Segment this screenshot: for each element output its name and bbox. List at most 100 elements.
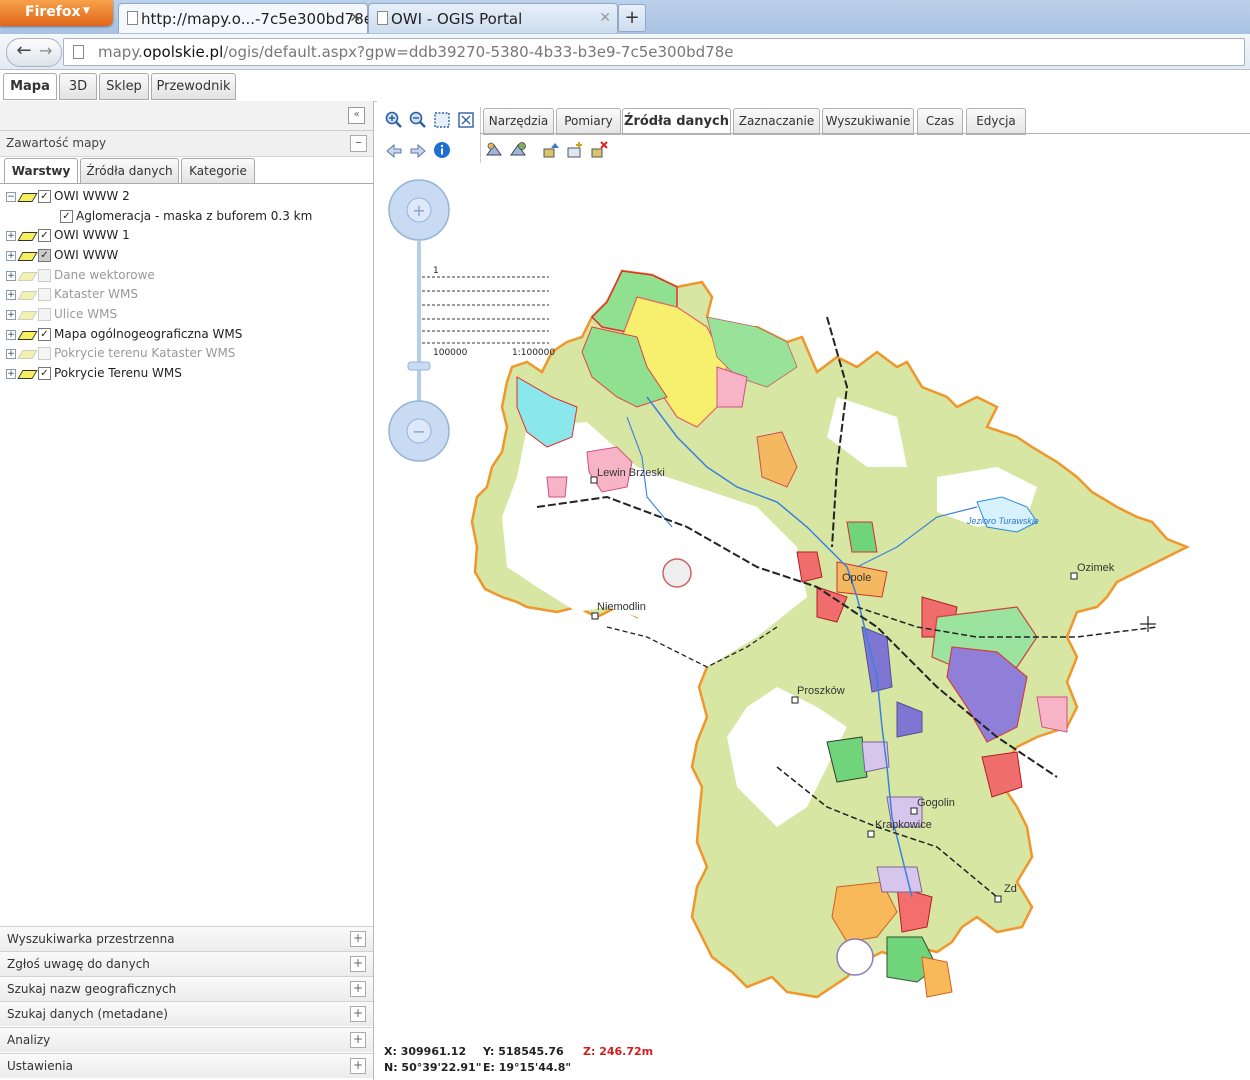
next-extent-icon[interactable] <box>409 142 427 160</box>
map-view[interactable]: Lewin Brzeski Niemodlin Opole Ozimek Jez… <box>377 167 1250 1042</box>
browser-tab-owi[interactable]: OWI - OGIS Portal ✕ <box>368 3 618 33</box>
collapse-section-button[interactable]: – <box>350 135 367 152</box>
layer-icon <box>17 252 38 261</box>
zoom-box-icon[interactable] <box>433 111 451 129</box>
previous-extent-icon[interactable] <box>385 142 403 160</box>
zoom-slider[interactable]: + − <box>388 179 450 462</box>
expand-tree-icon[interactable]: + <box>6 271 16 281</box>
tab-zrodla-danych-map[interactable]: Źródła danych <box>622 108 731 135</box>
hatched-circle <box>836 938 874 976</box>
layer-checkbox[interactable] <box>38 288 51 301</box>
tab-mapa[interactable]: Mapa <box>3 73 57 100</box>
layer-checkbox[interactable] <box>38 308 51 321</box>
browser-tabstrip: Firefox ▼ http://mapy.o...-7c5e300bd78e … <box>0 0 1250 35</box>
tab-warstwy[interactable]: Warstwy <box>4 158 78 184</box>
layer-checkbox[interactable]: ✓ <box>38 367 51 380</box>
tab-czas[interactable]: Czas <box>917 108 963 135</box>
back-forward-buttons[interactable]: ← → <box>6 38 62 67</box>
accordion-metadata[interactable]: Szukaj danych (metadane) + <box>0 1001 373 1026</box>
info-icon[interactable] <box>433 141 451 159</box>
browser-tab-active[interactable]: http://mapy.o...-7c5e300bd78e ✕ <box>118 3 373 33</box>
accordion-report-data[interactable]: Zgłoś uwagę do danych + <box>0 951 373 976</box>
new-tab-button[interactable]: + <box>618 4 646 32</box>
layer-checkbox[interactable] <box>38 269 51 282</box>
coord-n: N: 50°39'22.91" <box>384 1061 482 1074</box>
collapse-tree-icon[interactable]: − <box>6 192 16 202</box>
scale-ticks: 1 100000 1:100000 <box>422 266 555 358</box>
layer-row[interactable]: + ✓ OWI WWW 1 <box>0 226 370 245</box>
expand-tree-icon[interactable]: + <box>6 290 16 300</box>
layer-up-icon[interactable] <box>542 141 560 159</box>
layer-row[interactable]: − ✓ OWI WWW 2 <box>0 187 370 206</box>
expand-icon[interactable]: + <box>350 1032 366 1048</box>
layer-checkbox[interactable]: ✓ <box>38 249 51 262</box>
remove-layer-icon[interactable] <box>590 141 608 159</box>
tab-zrodla-danych[interactable]: Źródła danych <box>80 158 179 184</box>
tab-kategorie[interactable]: Kategorie <box>181 158 255 184</box>
layer-checkbox[interactable]: ✓ <box>38 229 51 242</box>
zoom-in-icon[interactable] <box>385 111 403 129</box>
layer-row[interactable]: + ✓ Pokrycie Terenu WMS <box>0 364 370 383</box>
zoom-track[interactable] <box>417 241 421 401</box>
expand-tree-icon[interactable]: + <box>6 369 16 379</box>
accordion-label: Zgłoś uwagę do danych <box>7 957 150 971</box>
accordion-geo-names[interactable]: Szukaj nazw geograficznych + <box>0 976 373 1001</box>
layer-row[interactable]: + ✓ OWI WWW <box>0 246 370 265</box>
layer-row[interactable]: ✓ Aglomeracja - maska z buforem 0.3 km <box>0 207 370 226</box>
layer-checkbox[interactable]: ✓ <box>38 190 51 203</box>
close-icon[interactable]: ✕ <box>349 10 361 26</box>
expand-tree-icon[interactable]: + <box>6 310 16 320</box>
place-label: Proszków <box>797 685 845 697</box>
accordion-settings[interactable]: Ustawienia + <box>0 1053 373 1078</box>
tab-narzedzia[interactable]: Narzędzia <box>483 108 554 135</box>
left-panel: « Zawartość mapy – Warstwy Źródła danych… <box>0 101 374 1080</box>
layer-checkbox[interactable]: ✓ <box>38 328 51 341</box>
expand-tree-icon[interactable]: + <box>6 330 16 340</box>
tab-edycja[interactable]: Edycja <box>966 108 1026 135</box>
layer-checkbox[interactable]: ✓ <box>60 210 73 223</box>
tab-3d[interactable]: 3D <box>59 73 97 100</box>
layer-icon <box>17 350 38 359</box>
layer-icon <box>17 232 38 241</box>
zoom-extent-icon[interactable] <box>457 111 475 129</box>
tab-zaznaczanie[interactable]: Zaznaczanie <box>733 108 820 135</box>
town-marker <box>994 895 1002 903</box>
expand-tree-icon[interactable]: + <box>6 251 16 261</box>
tab-sklep[interactable]: Sklep <box>99 73 149 100</box>
layer-row[interactable]: + Pokrycie terenu Kataster WMS <box>0 344 370 363</box>
accordion-spatial-search[interactable]: Wyszukiwarka przestrzenna + <box>0 926 373 951</box>
hatched-circle <box>662 558 692 588</box>
tab-pomiary[interactable]: Pomiary <box>556 108 621 135</box>
forward-arrow-icon[interactable]: → <box>39 41 52 60</box>
close-icon[interactable]: ✕ <box>599 10 611 26</box>
layer-row[interactable]: + Dane wektorowe <box>0 266 370 285</box>
tab-underline <box>480 133 1250 134</box>
place-label: Ozimek <box>1077 562 1115 574</box>
add-group-icon[interactable] <box>566 141 584 159</box>
collapse-left-icon[interactable]: « <box>348 107 365 124</box>
layer-row[interactable]: + ✓ Mapa ogólnogeograficzna WMS <box>0 325 370 344</box>
layer-checkbox[interactable] <box>38 347 51 360</box>
layer-row[interactable]: + Kataster WMS <box>0 285 370 304</box>
expand-icon[interactable]: + <box>350 1006 366 1022</box>
add-service-icon[interactable] <box>509 141 527 159</box>
url-bar[interactable]: mapy.opolskie.pl/ogis/default.aspx?gpw=d… <box>63 38 1245 66</box>
tab-przewodnik[interactable]: Przewodnik <box>151 73 236 100</box>
expand-icon[interactable]: + <box>350 931 366 947</box>
add-layer-icon[interactable] <box>485 141 503 159</box>
county-area <box>470 269 1191 999</box>
accordion-analyses[interactable]: Analizy + <box>0 1027 373 1052</box>
tab-title: http://mapy.o...-7c5e300bd78e <box>141 10 373 28</box>
zoom-out-icon[interactable] <box>409 111 427 129</box>
zoom-thumb[interactable] <box>407 361 431 371</box>
tab-wyszukiwanie[interactable]: Wyszukiwanie <box>822 108 914 135</box>
expand-tree-icon[interactable]: + <box>6 349 16 359</box>
expand-tree-icon[interactable]: + <box>6 231 16 241</box>
map-canvas[interactable]: Lewin Brzeski Niemodlin Opole Ozimek Jez… <box>377 167 1250 1042</box>
expand-icon[interactable]: + <box>350 956 366 972</box>
layer-row[interactable]: + Ulice WMS <box>0 305 370 324</box>
expand-icon[interactable]: + <box>350 981 366 997</box>
expand-icon[interactable]: + <box>350 1058 366 1074</box>
firefox-menu-button[interactable]: Firefox ▼ <box>0 0 113 26</box>
back-arrow-icon[interactable]: ← <box>13 40 35 62</box>
